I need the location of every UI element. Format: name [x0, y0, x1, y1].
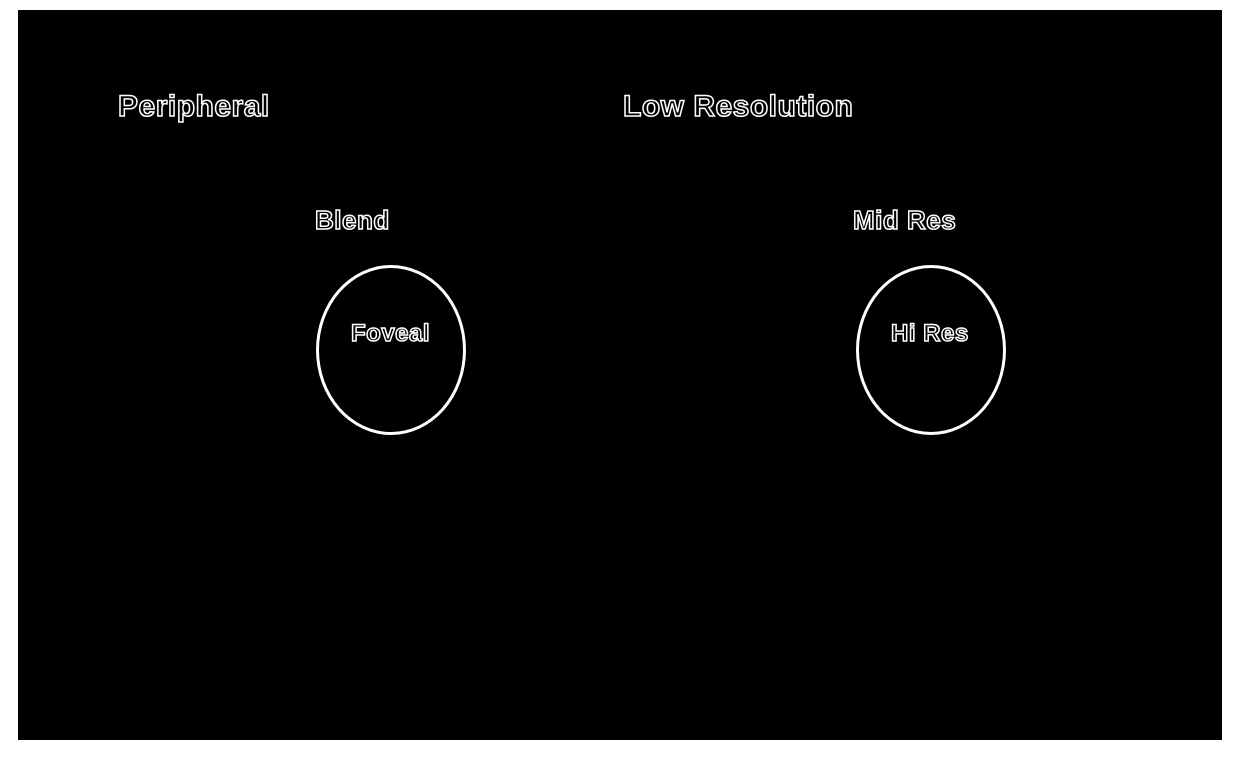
left-inner-label: Foveal: [351, 320, 430, 348]
left-mid-label: Blend: [315, 205, 390, 236]
diagram-frame: Peripheral Blend Foveal Low Resolution M…: [18, 10, 1222, 740]
diagram-canvas: Peripheral Blend Foveal Low Resolution M…: [0, 0, 1240, 765]
right-mid-label: Mid Res: [853, 205, 956, 236]
right-inner-label: Hi Res: [891, 320, 969, 348]
left-outer-label: Peripheral: [118, 90, 270, 124]
left-inner-ellipse: [316, 265, 466, 435]
right-inner-ellipse: [856, 265, 1006, 435]
right-outer-label: Low Resolution: [623, 90, 853, 124]
